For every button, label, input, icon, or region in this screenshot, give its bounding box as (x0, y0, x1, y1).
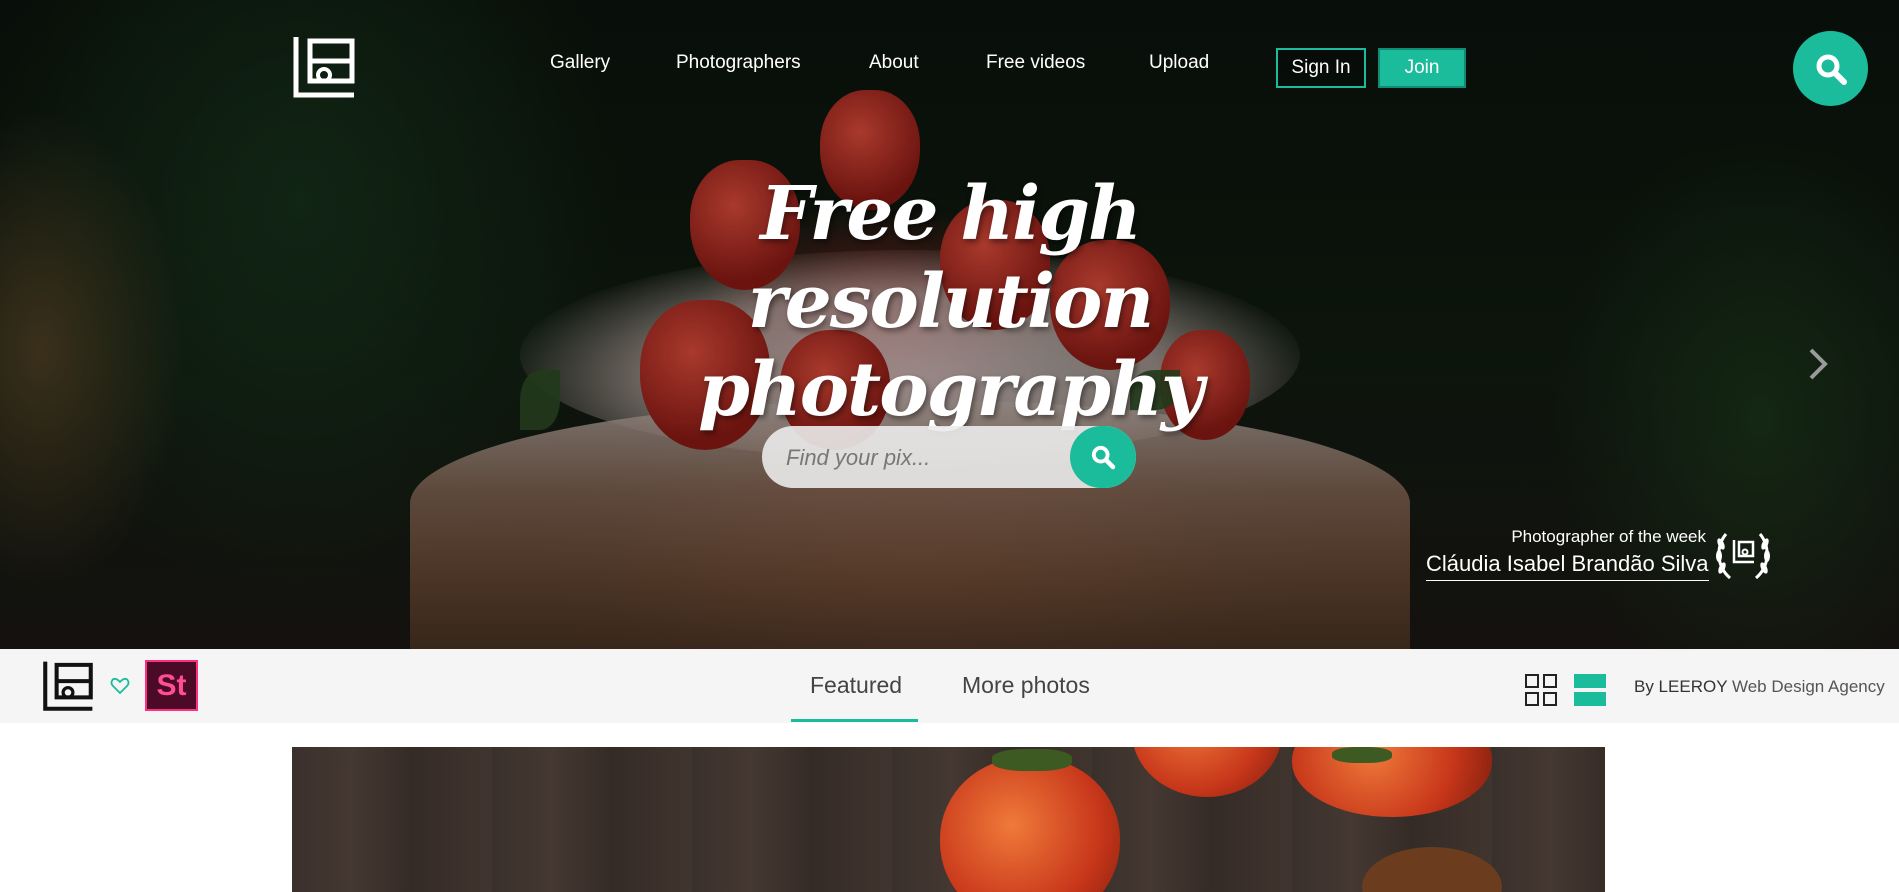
photographer-of-week-label: Photographer of the week (1511, 527, 1706, 546)
hero-title-line1: Free high resolution (747, 171, 1154, 345)
credit-by: By LEEROY (1634, 677, 1728, 696)
lpx-logo-icon[interactable] (292, 35, 356, 99)
photographer-of-week-name[interactable]: Cláudia Isabel Brandão Silva (1426, 551, 1709, 581)
tomato-stem (1332, 747, 1392, 763)
nav-free-videos[interactable]: Free videos (986, 52, 1085, 74)
featured-photo[interactable] (292, 747, 1605, 892)
nav-about[interactable]: About (869, 52, 919, 74)
tab-more-photos[interactable]: More photos (962, 672, 1090, 699)
laurel-icon (1716, 533, 1770, 580)
header-search-button[interactable] (1793, 31, 1868, 106)
hero-title-line2: photography (698, 347, 1204, 433)
tab-featured[interactable]: Featured (810, 672, 902, 699)
nav-gallery[interactable]: Gallery (550, 52, 610, 74)
nav-upload[interactable]: Upload (1149, 52, 1209, 74)
hero-title: Free high resolution photography (560, 170, 1340, 434)
search-icon (1091, 445, 1116, 470)
tomato-stem (992, 749, 1072, 771)
tomato (1132, 747, 1282, 797)
sub-navigation-bar (0, 649, 1899, 723)
tomato (940, 757, 1120, 892)
tomato (1292, 747, 1492, 817)
adobe-stock-badge[interactable]: St (145, 660, 198, 711)
credit-agency: Web Design Agency (1731, 677, 1885, 696)
bread-roll (1362, 847, 1502, 892)
hero-banner: Gallery Photographers About Free videos … (0, 0, 1899, 649)
sign-in-button[interactable]: Sign In (1276, 48, 1366, 88)
list-view-icon[interactable] (1574, 674, 1606, 706)
search-submit-button[interactable] (1070, 426, 1136, 488)
agency-credit[interactable]: By LEEROY Web Design Agency (1634, 677, 1885, 697)
lpx-logo-icon[interactable] (42, 660, 94, 712)
nav-photographers[interactable]: Photographers (676, 52, 801, 74)
grid-view-icon[interactable] (1525, 674, 1557, 706)
heart-icon[interactable] (110, 676, 130, 696)
search-icon (1816, 54, 1847, 85)
search-input[interactable] (786, 440, 1056, 476)
active-tab-indicator (791, 719, 918, 722)
chevron-right-icon[interactable] (1805, 346, 1831, 382)
join-button[interactable]: Join (1378, 48, 1466, 88)
